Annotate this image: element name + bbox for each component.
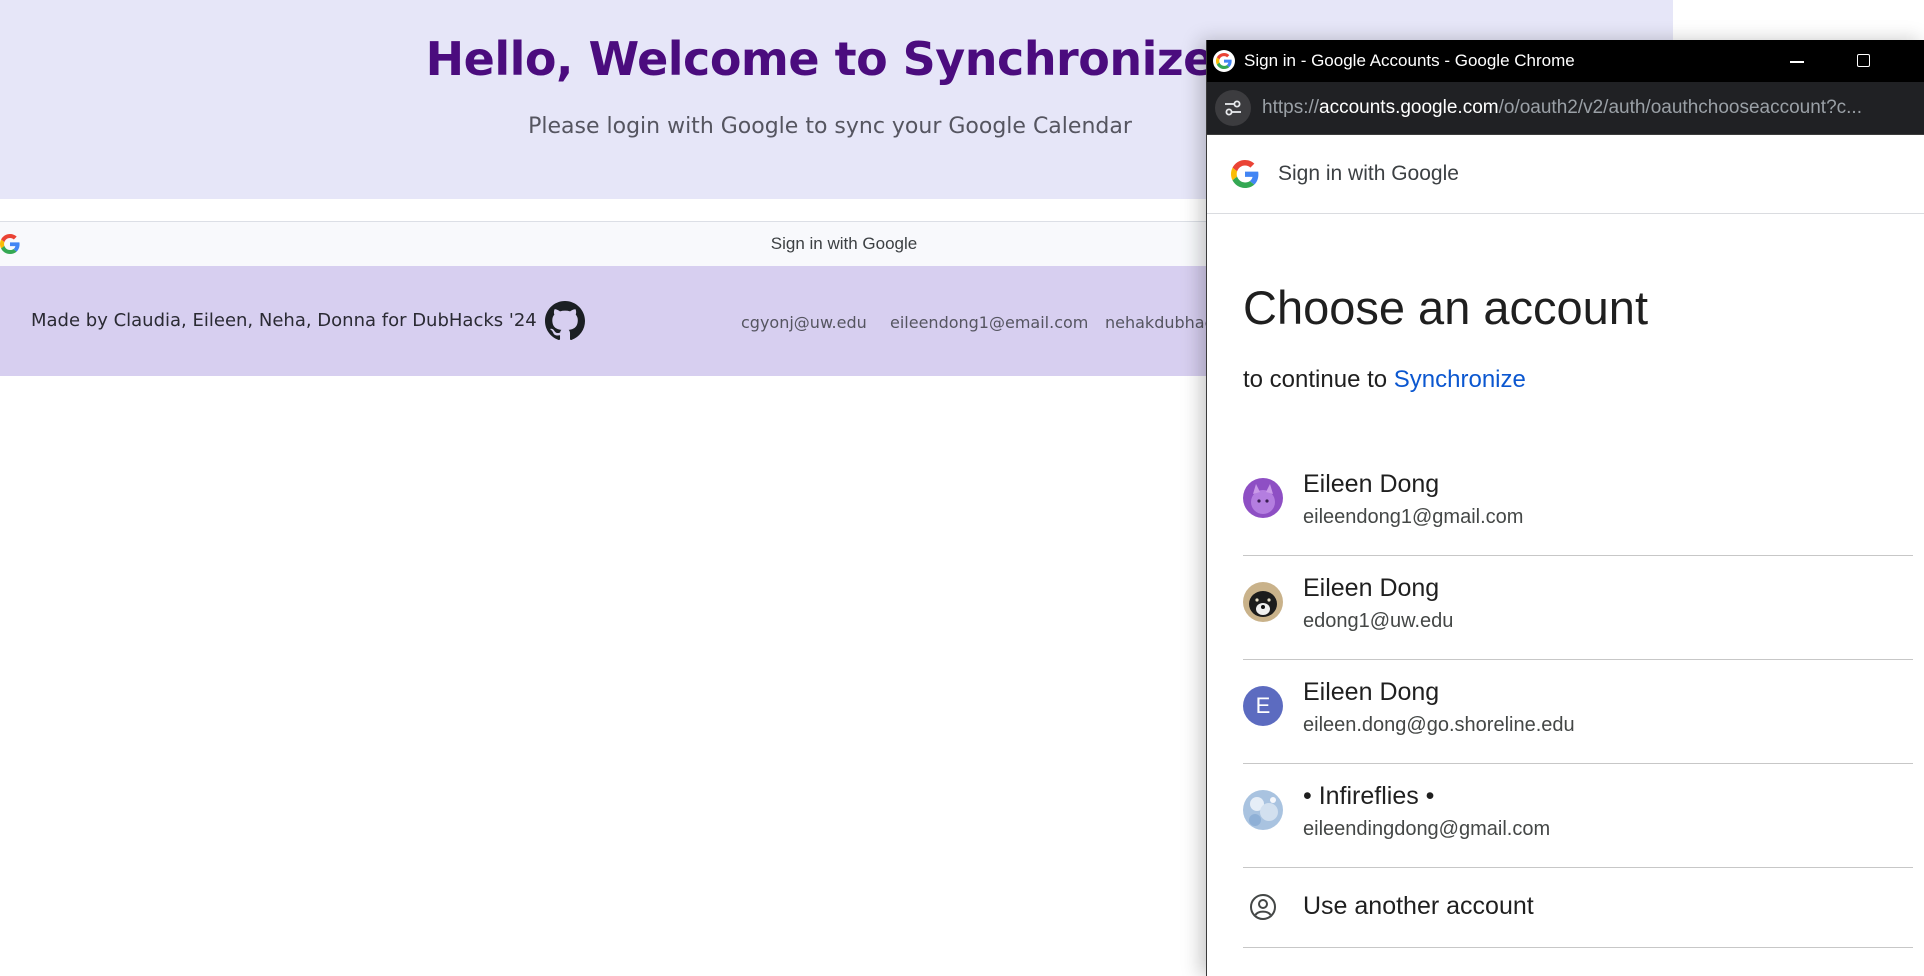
footer-email-link[interactable]: eileendong1@email.com <box>890 313 1088 332</box>
account-item[interactable]: E Eileen Dong eileen.dong@go.shoreline.e… <box>1243 660 1913 764</box>
letter-avatar: E <box>1243 686 1283 726</box>
site-settings-icon[interactable] <box>1215 90 1251 126</box>
choose-account-title: Choose an account <box>1243 281 1649 334</box>
cat-photo-avatar <box>1243 478 1283 518</box>
signin-popup-window: Sign in - Google Accounts - Google Chrom… <box>1206 40 1924 976</box>
continue-to-text: to continue to Synchronize <box>1243 366 1526 394</box>
account-email: eileen.dong@go.shoreline.edu <box>1303 714 1575 736</box>
signin-header: Sign in with Google <box>1207 134 1924 214</box>
url-host: accounts.google.com <box>1319 97 1499 118</box>
account-name: Eileen Dong <box>1303 470 1440 498</box>
continue-prefix: to continue to <box>1243 366 1388 393</box>
url-field[interactable]: https://accounts.google.com/o/oauth2/v2/… <box>1262 97 1862 119</box>
account-email: eileendong1@gmail.com <box>1303 506 1524 528</box>
footer-credits: Made by Claudia, Eileen, Neha, Donna for… <box>31 310 537 331</box>
url-scheme: https:// <box>1262 97 1320 118</box>
account-item[interactable]: Eileen Dong eileendong1@gmail.com <box>1243 452 1913 556</box>
address-bar: https://accounts.google.com/o/oauth2/v2/… <box>1207 82 1924 135</box>
account-item[interactable]: • Infireflies • eileendingdong@gmail.com <box>1243 764 1913 868</box>
account-email: eileendingdong@gmail.com <box>1303 818 1551 840</box>
footer: Made by Claudia, Eileen, Neha, Donna for… <box>0 266 1231 376</box>
window-title: Sign in - Google Accounts - Google Chrom… <box>1244 51 1575 70</box>
account-email: edong1@uw.edu <box>1303 610 1454 632</box>
account-name: • Infireflies • <box>1303 782 1435 810</box>
account-item[interactable]: Eileen Dong edong1@uw.edu <box>1243 556 1913 660</box>
google-g-icon <box>1213 50 1235 72</box>
account-name: Eileen Dong <box>1303 574 1440 602</box>
window-titlebar[interactable]: Sign in - Google Accounts - Google Chrom… <box>1207 40 1924 82</box>
sky-photo-avatar <box>1243 790 1283 830</box>
app-name-link[interactable]: Synchronize <box>1394 366 1526 393</box>
google-g-icon <box>1231 160 1259 188</box>
use-another-account-label: Use another account <box>1303 892 1534 920</box>
dog-photo-avatar <box>1243 582 1283 622</box>
signin-header-label: Sign in with Google <box>1278 162 1459 185</box>
footer-email-link[interactable]: cgyonj@uw.edu <box>741 313 867 332</box>
url-path: /o/oauth2/v2/auth/oauthchooseaccount?c..… <box>1498 97 1862 118</box>
account-name: Eileen Dong <box>1303 678 1440 706</box>
minimize-icon[interactable] <box>1769 40 1825 82</box>
use-another-account-button[interactable]: Use another account <box>1243 868 1913 948</box>
account-circle-icon <box>1250 894 1276 920</box>
maximize-icon[interactable] <box>1835 40 1891 82</box>
github-icon[interactable] <box>545 301 585 341</box>
google-signin-button[interactable]: Sign in with Google <box>0 221 1210 267</box>
